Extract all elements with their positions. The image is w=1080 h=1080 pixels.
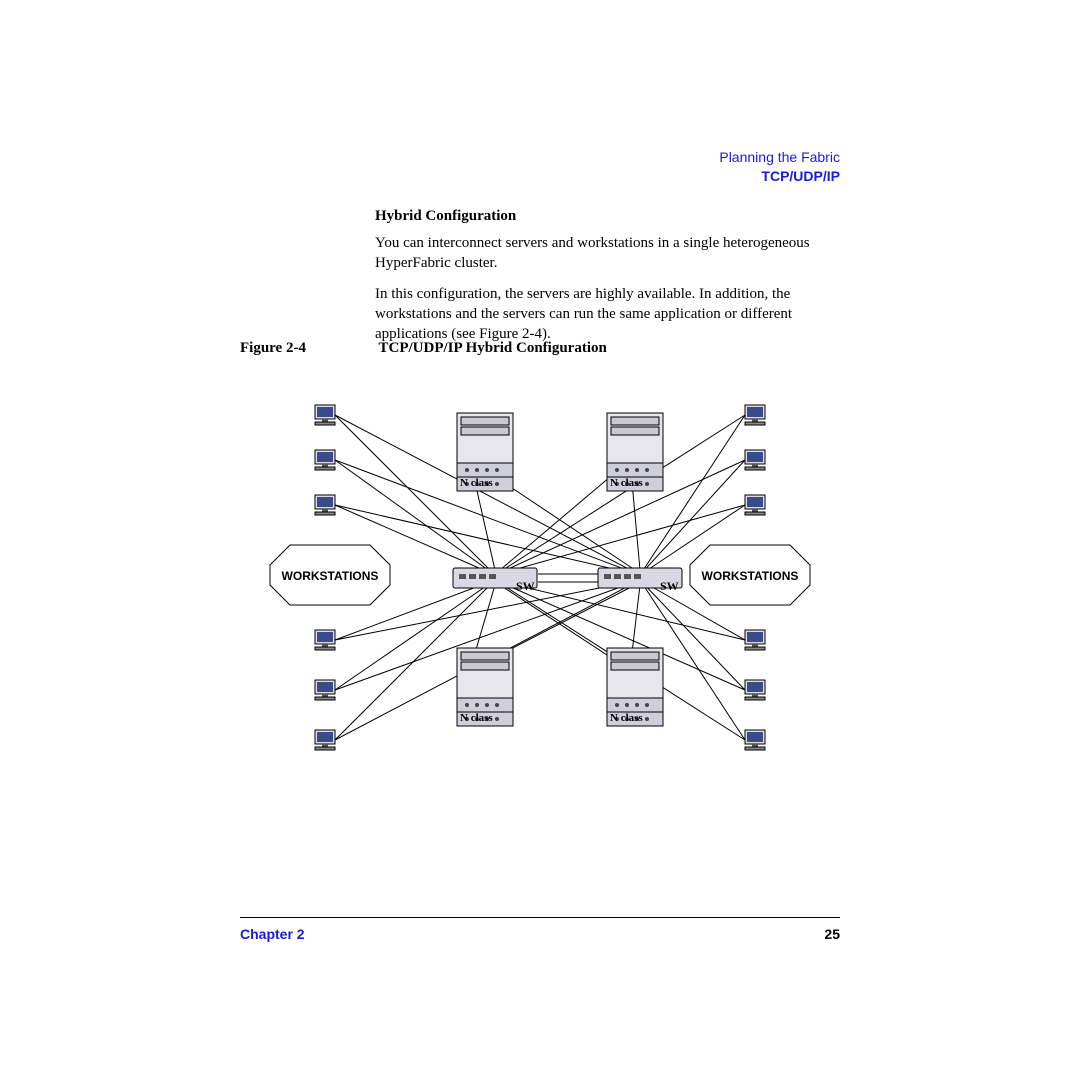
nclass-label-br: N class: [610, 712, 643, 724]
nclass-label-tl: N class: [460, 477, 493, 489]
figure-label: Figure 2-4: [240, 340, 375, 357]
footer-page-number: 25: [824, 926, 840, 942]
nclass-label-bl: N class: [460, 712, 493, 724]
paragraph-1: You can interconnect servers and worksta…: [375, 233, 840, 274]
workstations-left-label: WORKSTATIONS: [282, 569, 379, 583]
workstations-right-label: WORKSTATIONS: [702, 569, 799, 583]
paragraph-2: In this configuration, the servers are h…: [375, 284, 840, 345]
footer-rule: [240, 917, 840, 918]
figure-title: TCP/UDP/IP Hybrid Configuration: [378, 340, 606, 356]
figure-diagram: WORKSTATIONS WORKSTATIONS N class N clas…: [240, 370, 840, 770]
footer-chapter: Chapter 2: [240, 926, 305, 942]
nclass-label-tr: N class: [610, 477, 643, 489]
section-subhead: Hybrid Configuration: [375, 208, 840, 225]
header-chapter-path: Planning the Fabric: [719, 148, 840, 167]
header-section: TCP/UDP/IP: [719, 167, 840, 186]
switch-label-right: SW: [660, 579, 679, 593]
switch-label-left: SW: [516, 579, 535, 593]
